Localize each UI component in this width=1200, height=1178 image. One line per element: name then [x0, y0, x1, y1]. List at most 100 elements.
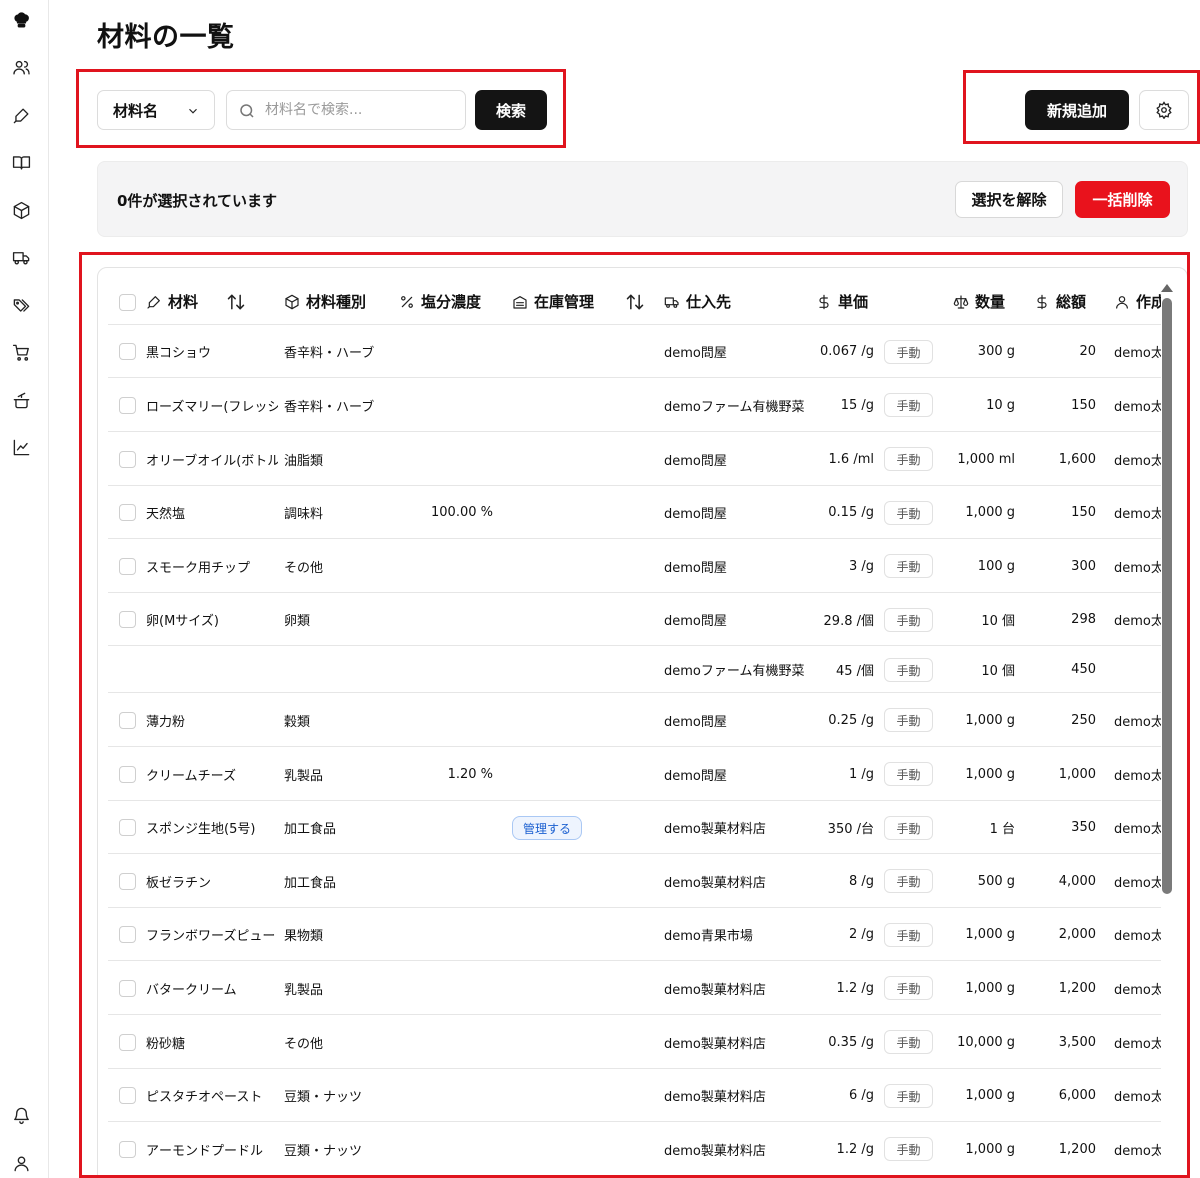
table-row[interactable]: 黒コショウ 香辛料・ハーブ demo問屋 0.067 /g 300 g 20 demo太郎 手… — [108, 325, 1161, 378]
cell-supplier: demo製菓材料店 — [664, 1036, 766, 1052]
row-checkbox[interactable] — [119, 712, 136, 729]
user-icon[interactable] — [10, 1152, 32, 1174]
table-row[interactable]: スポンジ生地(5号) 加工食品 demo製菓材料店 350 /台 1 台 350 demo太… — [108, 801, 1161, 854]
cell-unit-price: 0.35 /g — [828, 1034, 874, 1050]
row-checkbox[interactable] — [119, 926, 136, 943]
cell-salt — [404, 539, 493, 593]
cell-unit-price: 1.6 /ml — [828, 451, 874, 467]
bell-icon[interactable] — [10, 1104, 32, 1126]
users-icon[interactable] — [10, 56, 32, 78]
chart-icon[interactable] — [10, 436, 32, 458]
gear-icon — [1156, 101, 1172, 119]
box-icon[interactable] — [10, 199, 32, 221]
table-row[interactable]: オリーブオイル(ボトル) 油脂類 demo問屋 1.6 /ml 1,000 ml 1,60… — [108, 432, 1161, 486]
cooking-pot-icon[interactable] — [10, 389, 32, 411]
pen-icon[interactable] — [10, 104, 32, 126]
table-row[interactable]: ローズマリー(フレッシュ) 香辛料・ハーブ demoファーム有機野菜 15 /g 10 … — [108, 378, 1161, 432]
scroll-up-arrow[interactable] — [1161, 284, 1173, 292]
cell-total: 1,200 — [1058, 980, 1096, 996]
stock-managed-badge[interactable]: 管理する — [512, 816, 583, 840]
cell-salt — [404, 854, 493, 908]
sort-material-icon[interactable] — [226, 292, 246, 312]
table-row[interactable]: 卵(Mサイズ) 卵類 demo問屋 29.8 /個 10 個 298 demo太郎 手動 — [108, 593, 1161, 646]
add-new-button[interactable]: 新規追加 — [1025, 90, 1129, 130]
cell-name: バタークリーム — [146, 982, 237, 998]
book-icon[interactable] — [10, 151, 32, 173]
cell-name: スポンジ生地(5号) — [146, 822, 256, 837]
row-checkbox[interactable] — [119, 1034, 136, 1051]
row-checkbox[interactable] — [119, 397, 136, 414]
cell-creator: demo太郎 — [1114, 453, 1161, 469]
price-mode-tag: 手動 — [884, 976, 933, 1000]
cell-total: 150 — [1071, 505, 1096, 520]
price-mode-tag: 手動 — [884, 393, 933, 417]
cell-quantity: 1,000 g — [965, 766, 1015, 782]
price-mode-tag: 手動 — [884, 816, 933, 840]
cell-name: フランボワーズピューレ — [146, 929, 278, 944]
search-box[interactable] — [226, 90, 466, 130]
select-all-checkbox[interactable] — [119, 294, 136, 311]
price-mode-tag: 手動 — [884, 762, 933, 786]
cell-salt — [404, 801, 493, 854]
search-input[interactable] — [265, 102, 455, 118]
header-creator: 作成 — [1114, 278, 1161, 325]
row-checkbox[interactable] — [119, 558, 136, 575]
tags-icon[interactable] — [10, 294, 32, 316]
bulk-delete-button[interactable]: 一括削除 — [1075, 181, 1170, 218]
header-category: 材料種別 — [284, 278, 366, 325]
cell-category: 加工食品 — [284, 822, 337, 837]
cell-name: オリーブオイル(ボトル) — [146, 453, 278, 469]
cell-salt — [404, 325, 493, 378]
row-checkbox[interactable] — [119, 1141, 136, 1158]
table-row[interactable]: アーモンドプードル 豆類・ナッツ demo製菓材料店 1.2 /g 1,000 g 1,2… — [108, 1122, 1161, 1176]
cell-supplier: demo製菓材料店 — [664, 1090, 766, 1105]
logo-icon[interactable] — [10, 9, 32, 31]
row-checkbox[interactable] — [119, 980, 136, 997]
row-checkbox[interactable] — [119, 504, 136, 521]
cell-supplier: demo問屋 — [664, 507, 727, 522]
cell-quantity: 500 g — [977, 873, 1015, 889]
table-row[interactable]: クリームチーズ 乳製品 1.20 % demo問屋 1 /g 1,000 g 1,000 de… — [108, 747, 1161, 801]
cell-name: ピスタチオペースト — [146, 1090, 263, 1105]
table-row[interactable]: 天然塩 調味料 100.00 % demo問屋 0.15 /g 1,000 g 150 dem… — [108, 486, 1161, 539]
table-row[interactable]: フランボワーズピューレ 果物類 demo青果市場 2 /g 1,000 g 2,000 de… — [108, 908, 1161, 961]
row-checkbox[interactable] — [119, 451, 136, 468]
cell-total: 1,200 — [1058, 1141, 1096, 1157]
scrollbar-thumb[interactable] — [1162, 298, 1172, 894]
warehouse-icon — [513, 295, 527, 309]
cell-salt — [404, 693, 493, 747]
table-row[interactable]: 板ゼラチン 加工食品 demo製菓材料店 8 /g 500 g 4,000 demo太郎 手動 — [108, 854, 1161, 908]
table-row[interactable]: 薄力粉 穀類 demo問屋 0.25 /g 1,000 g 250 demo太郎 手動 — [108, 693, 1161, 747]
row-checkbox[interactable] — [119, 766, 136, 783]
row-checkbox[interactable] — [119, 343, 136, 360]
sort-stock-icon[interactable] — [625, 292, 645, 312]
clear-selection-button[interactable]: 選択を解除 — [955, 181, 1063, 218]
cell-total: 4,000 — [1058, 873, 1096, 889]
cell-unit-price: 0.15 /g — [828, 505, 874, 520]
header-salt: 塩分濃度 — [399, 278, 481, 325]
table-row[interactable]: demoファーム有機野菜 45 /個 10 個 450 手動 — [108, 646, 1161, 693]
cell-total: 2,000 — [1058, 927, 1096, 942]
cell-total: 350 — [1071, 820, 1096, 835]
table-row[interactable]: 粉砂糖 その他 demo製菓材料店 0.35 /g 10,000 g 3,500 demo太… — [108, 1015, 1161, 1069]
search-field-select[interactable]: 材料名 — [97, 90, 215, 130]
cell-creator: demo太郎 — [1114, 875, 1161, 891]
search-button[interactable]: 検索 — [475, 90, 547, 130]
row-checkbox[interactable] — [119, 819, 136, 836]
truck-icon[interactable] — [10, 246, 32, 268]
cell-category: 果物類 — [284, 929, 324, 944]
cart-icon[interactable] — [10, 341, 32, 363]
settings-button[interactable] — [1139, 90, 1189, 130]
cell-supplier: demo問屋 — [664, 346, 727, 361]
header-quantity: 数量 — [953, 278, 1005, 325]
table-row[interactable]: スモーク用チップ その他 demo問屋 3 /g 100 g 300 demo太郎 手動 — [108, 539, 1161, 593]
table-row[interactable]: ピスタチオペースト 豆類・ナッツ demo製菓材料店 6 /g 1,000 g 6,000… — [108, 1069, 1161, 1122]
row-checkbox[interactable] — [119, 611, 136, 628]
row-checkbox[interactable] — [119, 1087, 136, 1104]
row-checkbox[interactable] — [119, 873, 136, 890]
cell-name — [146, 646, 278, 693]
cell-salt — [404, 961, 493, 1015]
cell-unit-price: 1.2 /g — [836, 980, 874, 996]
box-icon — [285, 294, 299, 309]
table-row[interactable]: バタークリーム 乳製品 demo製菓材料店 1.2 /g 1,000 g 1,200 dem… — [108, 961, 1161, 1015]
